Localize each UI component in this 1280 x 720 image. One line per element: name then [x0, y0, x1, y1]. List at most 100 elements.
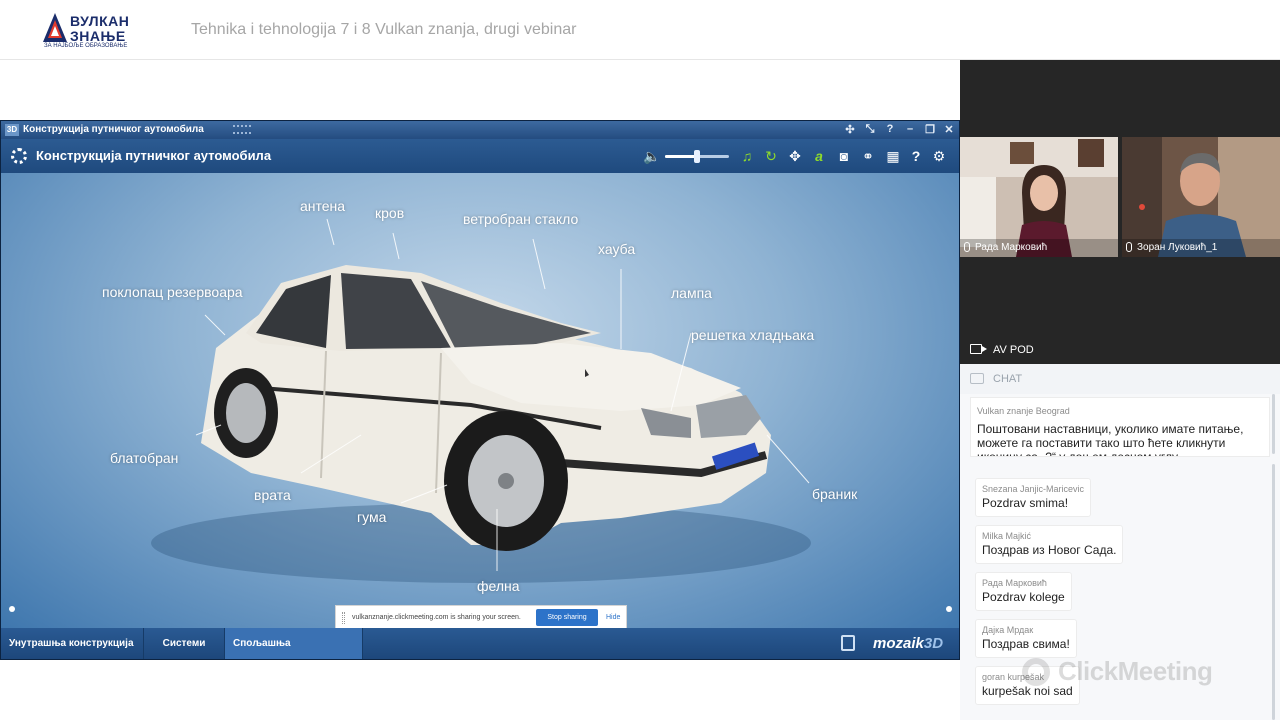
- top-bar: ВУЛКАН ЗНАЊЕ ЗА НАЈБОЉЕ ОБРАЗОВАЊЕ Tehni…: [0, 0, 1280, 60]
- vulkan-logo[interactable]: ВУЛКАН ЗНАЊЕ ЗА НАЈБОЉЕ ОБРАЗОВАЊЕ: [40, 10, 145, 50]
- share-status-text: vulkanznanje.clickmeeting.com is sharing…: [352, 614, 521, 621]
- close-icon[interactable]: ✕: [942, 123, 956, 136]
- right-panel: Рада Марковић Зоран Луковић_1 AV POD CHA…: [960, 60, 1280, 720]
- chat-body: Vulkan znanje Beograd Поштовани наставни…: [960, 394, 1280, 720]
- corner-dot-left: [9, 606, 15, 612]
- chat-header[interactable]: CHAT: [960, 364, 1280, 394]
- chat-message: Рада Марковић Pozdrav kolege: [975, 572, 1072, 611]
- export-icon[interactable]: [841, 635, 855, 651]
- message-author: Snezana Janjic-Maricevic: [982, 484, 1085, 494]
- logo-text-line1: ВУЛКАН: [70, 13, 130, 29]
- window-help-icon[interactable]: ?: [883, 123, 897, 135]
- app-header: Конструкција путничког аутомобила 🔈 ♫ ↻ …: [1, 139, 959, 173]
- settings-icon[interactable]: ⚙: [930, 147, 948, 165]
- link-icon[interactable]: ⚭: [859, 147, 877, 165]
- video-tile-zoran[interactable]: Зоран Луковић_1: [1122, 137, 1280, 257]
- label-vrata: врата: [254, 487, 291, 503]
- mozaik3d-logo: mozaik3D: [873, 635, 943, 652]
- microphone-icon: [1126, 242, 1132, 252]
- bottom-tab-bar: Унутрашња конструкција Системи Спољашња …: [1, 628, 959, 680]
- av-pod-label: AV POD: [993, 344, 1034, 356]
- shared-screen: 3D Конструкција путничког аутомобила ✣ ⤡…: [0, 120, 960, 680]
- grid-icon[interactable]: ▦: [884, 147, 902, 165]
- tab-systems[interactable]: Системи: [144, 628, 225, 659]
- av-pod-header[interactable]: AV POD: [960, 335, 1280, 364]
- chat-title: CHAT: [993, 373, 1023, 385]
- message-author: Рада Марковић: [982, 578, 1047, 588]
- camera-icon[interactable]: ◙: [835, 147, 853, 165]
- video-tile-name: Рада Марковић: [960, 239, 1118, 257]
- message-text: Поздрав свима!: [982, 637, 1070, 651]
- brand-main-text: mozaik: [873, 635, 924, 652]
- loader-icon: [11, 148, 27, 164]
- pinned-message: Vulkan znanje Beograd Поштовани наставни…: [970, 397, 1270, 457]
- label-poklopac-rezervoara: поклопац резервоара: [102, 284, 243, 300]
- label-resetka-hladnjaka: решетка хладњака: [691, 327, 815, 343]
- car-model: [151, 218, 811, 583]
- pinned-text: Поштовани наставници, уколико имате пита…: [977, 422, 1244, 457]
- text-icon[interactable]: a: [810, 147, 828, 165]
- label-krov: кров: [375, 205, 405, 221]
- pinned-author: Vulkan znanje Beograd: [977, 406, 1070, 416]
- label-blatobran: блатобран: [110, 450, 179, 466]
- logo-text-line2: ЗНАЊЕ: [70, 28, 126, 44]
- music-icon[interactable]: ♫: [738, 147, 756, 165]
- video-camera-icon: [970, 344, 987, 354]
- chat-message: Snezana Janjic-Maricevic Pozdrav smima!: [975, 478, 1092, 517]
- clickmeeting-logo-icon: [1022, 658, 1050, 686]
- drag-grip-icon[interactable]: [233, 125, 251, 134]
- stop-sharing-button[interactable]: Stop sharing: [536, 609, 598, 626]
- logo-tagline: ЗА НАЈБОЉЕ ОБРАЗОВАЊЕ: [44, 43, 128, 49]
- speaker-icon[interactable]: 🔈: [643, 147, 661, 165]
- minimize-icon[interactable]: –: [903, 123, 917, 135]
- share-bar-grip-icon[interactable]: [342, 612, 345, 624]
- video-tile-name: Зоран Луковић_1: [1122, 239, 1280, 257]
- label-lampa: лампа: [671, 285, 712, 301]
- label-branik: браник: [812, 486, 858, 502]
- brand-3d-text: 3D: [923, 635, 944, 652]
- video-area: Рада Марковић Зоран Луковић_1: [960, 60, 1280, 335]
- microphone-icon: [964, 242, 970, 252]
- label-felna: фелна: [477, 578, 520, 594]
- tab-exterior[interactable]: Спољашња конструкција: [225, 628, 363, 680]
- help-icon[interactable]: ?: [907, 147, 925, 165]
- restore-icon[interactable]: ❐: [923, 123, 937, 136]
- volume-slider-fill: [665, 155, 697, 158]
- app-heading: Конструкција путничког аутомобила: [36, 148, 272, 163]
- chat-icon: [970, 373, 984, 384]
- participant-name: Зоран Луковић_1: [1137, 242, 1218, 253]
- label-vetrobran: ветробран стакло: [463, 211, 579, 227]
- mouse-cursor: [585, 369, 589, 377]
- pinned-scrollbar[interactable]: [1272, 394, 1275, 454]
- car-3d-viewport[interactable]: антена кров ветробран стакло хауба покло…: [1, 173, 959, 628]
- chat-message: Дајка Мрдак Поздрав свима!: [975, 619, 1077, 658]
- fullscreen-icon[interactable]: ⤡: [863, 123, 877, 136]
- hide-share-bar-link[interactable]: Hide: [606, 614, 620, 621]
- tab-interior[interactable]: Унутрашња конструкција: [1, 628, 144, 659]
- video-tile-rada[interactable]: Рада Марковић: [960, 137, 1118, 257]
- clickmeeting-watermark: ClickMeeting: [1022, 656, 1213, 687]
- message-text: Pozdrav smima!: [982, 496, 1069, 510]
- app-window-titlebar[interactable]: 3D Конструкција путничког аутомобила ✣ ⤡…: [1, 121, 959, 139]
- screen-share-bar: vulkanznanje.clickmeeting.com is sharing…: [335, 605, 627, 629]
- volume-slider[interactable]: [665, 150, 729, 163]
- volume-slider-knob[interactable]: [694, 150, 700, 163]
- chat-message: Milka Majkić Поздрав из Новог Сада.: [975, 525, 1124, 564]
- app-window-title: Конструкција путничког аутомобила: [23, 124, 204, 135]
- message-text: Поздрав из Новог Сада.: [982, 543, 1117, 557]
- message-text: Pozdrav kolege: [982, 590, 1065, 604]
- message-author: Дајка Мрдак: [982, 625, 1034, 635]
- app-badge-icon: 3D: [5, 124, 19, 136]
- chat-scrollbar[interactable]: [1272, 464, 1275, 720]
- participant-name: Рада Марковић: [975, 242, 1048, 253]
- pin-icon[interactable]: ✣: [843, 123, 857, 136]
- rotate-icon[interactable]: ↻: [762, 147, 780, 165]
- move-icon[interactable]: ✥: [786, 147, 804, 165]
- corner-dot-right: [946, 606, 952, 612]
- logo-mark-icon: [43, 13, 67, 42]
- webinar-title: Tehnika i tehnologija 7 i 8 Vulkan znanj…: [191, 21, 577, 38]
- message-author: Milka Majkić: [982, 531, 1032, 541]
- label-antena: антена: [300, 198, 346, 214]
- label-hauba: хауба: [598, 241, 636, 257]
- watermark-text: ClickMeeting: [1058, 656, 1213, 686]
